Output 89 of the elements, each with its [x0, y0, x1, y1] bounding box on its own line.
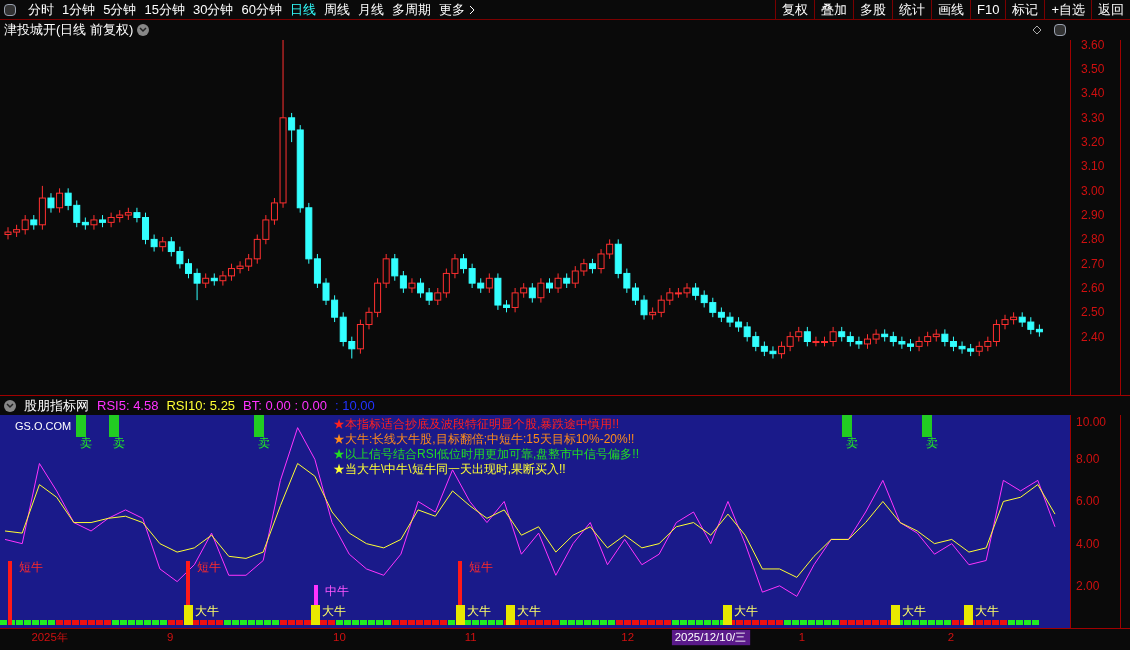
time-label: 11 — [464, 631, 477, 644]
signal-label: 大牛 — [467, 604, 491, 618]
indicator-name: 股朋指标网 — [24, 396, 89, 415]
time-label: 2025/12/10/三 — [674, 631, 747, 644]
signal-label: 大牛 — [322, 604, 346, 618]
period-tab[interactable]: 分时 — [28, 0, 54, 20]
signal-bar — [964, 605, 973, 625]
toolbar-button[interactable]: 标记 — [1005, 0, 1045, 19]
indicator-tick: 4.00 — [1076, 536, 1100, 551]
price-tick: 3.10 — [1081, 159, 1105, 174]
price-tick: 2.60 — [1081, 281, 1105, 295]
toolbar-button[interactable]: F10 — [970, 0, 1006, 19]
toolbar-button[interactable]: +自选 — [1044, 0, 1091, 19]
signal-bar — [8, 561, 12, 625]
signal-label: 短牛 — [19, 560, 43, 574]
signal-label: 中牛 — [325, 584, 349, 598]
signal-label: 大牛 — [975, 604, 999, 618]
price-tick: 2.80 — [1081, 232, 1105, 247]
price-tick: 3.00 — [1081, 183, 1105, 198]
indicator-tick: 6.00 — [1076, 494, 1100, 509]
chart-title: 津投城开(日线 前复权) — [4, 21, 134, 40]
price-tick: 3.20 — [1081, 135, 1105, 150]
dropdown-icon[interactable] — [4, 399, 16, 412]
price-tick: 3.60 — [1081, 37, 1105, 52]
indicator-reading: BT: 0.00 : 0.00 — [243, 396, 327, 415]
price-tick: 2.40 — [1081, 329, 1105, 344]
sell-label: 卖 — [80, 436, 92, 450]
sell-bar — [76, 415, 86, 437]
indicator-tick: 10.00 — [1076, 415, 1107, 429]
price-tick: 3.50 — [1081, 62, 1105, 77]
more-button[interactable]: 更多 — [438, 0, 475, 20]
signal-label: 大牛 — [517, 604, 541, 618]
toolbar-button[interactable]: 画线 — [931, 0, 970, 19]
period-tab[interactable]: 60分钟 — [241, 0, 282, 20]
signal-label: 大牛 — [902, 604, 926, 618]
price-tick: 2.70 — [1081, 256, 1105, 271]
sell-label: 卖 — [926, 436, 938, 450]
signal-label: 短牛 — [469, 560, 493, 574]
chevron-right-icon — [468, 4, 475, 15]
panel-toggle-icon[interactable] — [4, 3, 16, 16]
toolbar-button[interactable]: 叠加 — [814, 0, 853, 19]
time-label: 12 — [621, 631, 635, 644]
price-tick: 3.40 — [1081, 86, 1105, 101]
indicator-reading: : 10.00 — [334, 396, 375, 415]
signal-label: 短牛 — [197, 560, 221, 574]
time-label: 10 — [333, 631, 346, 644]
panel-toggle-icon[interactable] — [1054, 24, 1066, 36]
indicator-note: ★以上信号结合RSI低位时用更加可靠,盘整市中信号偏多!! — [333, 447, 639, 462]
sell-bar — [109, 415, 119, 437]
toolbar-button[interactable]: 多股 — [853, 0, 892, 19]
indicator-note: ★本指标适合抄底及波段特征明显个股,暴跌途中慎用!! — [333, 417, 620, 432]
period-tab[interactable]: 30分钟 — [192, 0, 234, 20]
indicator-reading: RSI5: 4.58 — [97, 396, 159, 415]
signal-bar — [506, 605, 515, 625]
indicator-tick: 8.00 — [1076, 452, 1100, 467]
price-tick: 2.50 — [1081, 305, 1105, 320]
price-tick: 2.90 — [1081, 208, 1105, 223]
toolbar-button[interactable]: 统计 — [892, 0, 931, 19]
period-tab[interactable]: 15分钟 — [144, 0, 185, 20]
signal-label: 大牛 — [734, 604, 758, 618]
period-tab[interactable]: 周线 — [323, 0, 350, 20]
dropdown-icon[interactable] — [137, 24, 150, 36]
time-label: 1 — [798, 631, 806, 644]
time-label: 2025年 — [31, 631, 68, 644]
site-label: GS.O.COM — [15, 419, 72, 434]
toolbar-button[interactable]: 返回 — [1091, 0, 1130, 19]
indicator-note: ★当大牛\中牛\短牛同一天出现时,果断买入!! — [333, 462, 567, 477]
signal-label: 大牛 — [195, 604, 219, 618]
period-tab[interactable]: 多周期 — [391, 0, 431, 20]
sell-bar — [922, 415, 932, 437]
price-tick: 3.30 — [1081, 110, 1105, 125]
period-tab[interactable]: 1分钟 — [62, 0, 96, 20]
diamond-icon[interactable] — [1032, 25, 1042, 35]
indicator-reading: RSI10: 5.25 — [166, 396, 236, 415]
time-label: 9 — [166, 631, 174, 644]
toolbar-button[interactable]: 复权 — [775, 0, 814, 19]
sell-bar — [842, 415, 852, 437]
sell-label: 卖 — [113, 436, 125, 450]
sell-label: 卖 — [258, 436, 270, 450]
period-tab[interactable]: 日线 — [289, 0, 316, 20]
signal-bar — [723, 605, 732, 625]
sell-bar — [254, 415, 264, 437]
indicator-note: ★大牛:长线大牛股,目标翻倍;中短牛:15天目标10%-20%!! — [333, 432, 636, 447]
sell-label: 卖 — [846, 436, 858, 450]
period-tab[interactable]: 5分钟 — [103, 0, 137, 20]
period-tab[interactable]: 月线 — [357, 0, 384, 20]
indicator-tick: 2.00 — [1076, 578, 1100, 593]
signal-bar — [891, 605, 900, 625]
time-label: 2 — [947, 631, 955, 644]
